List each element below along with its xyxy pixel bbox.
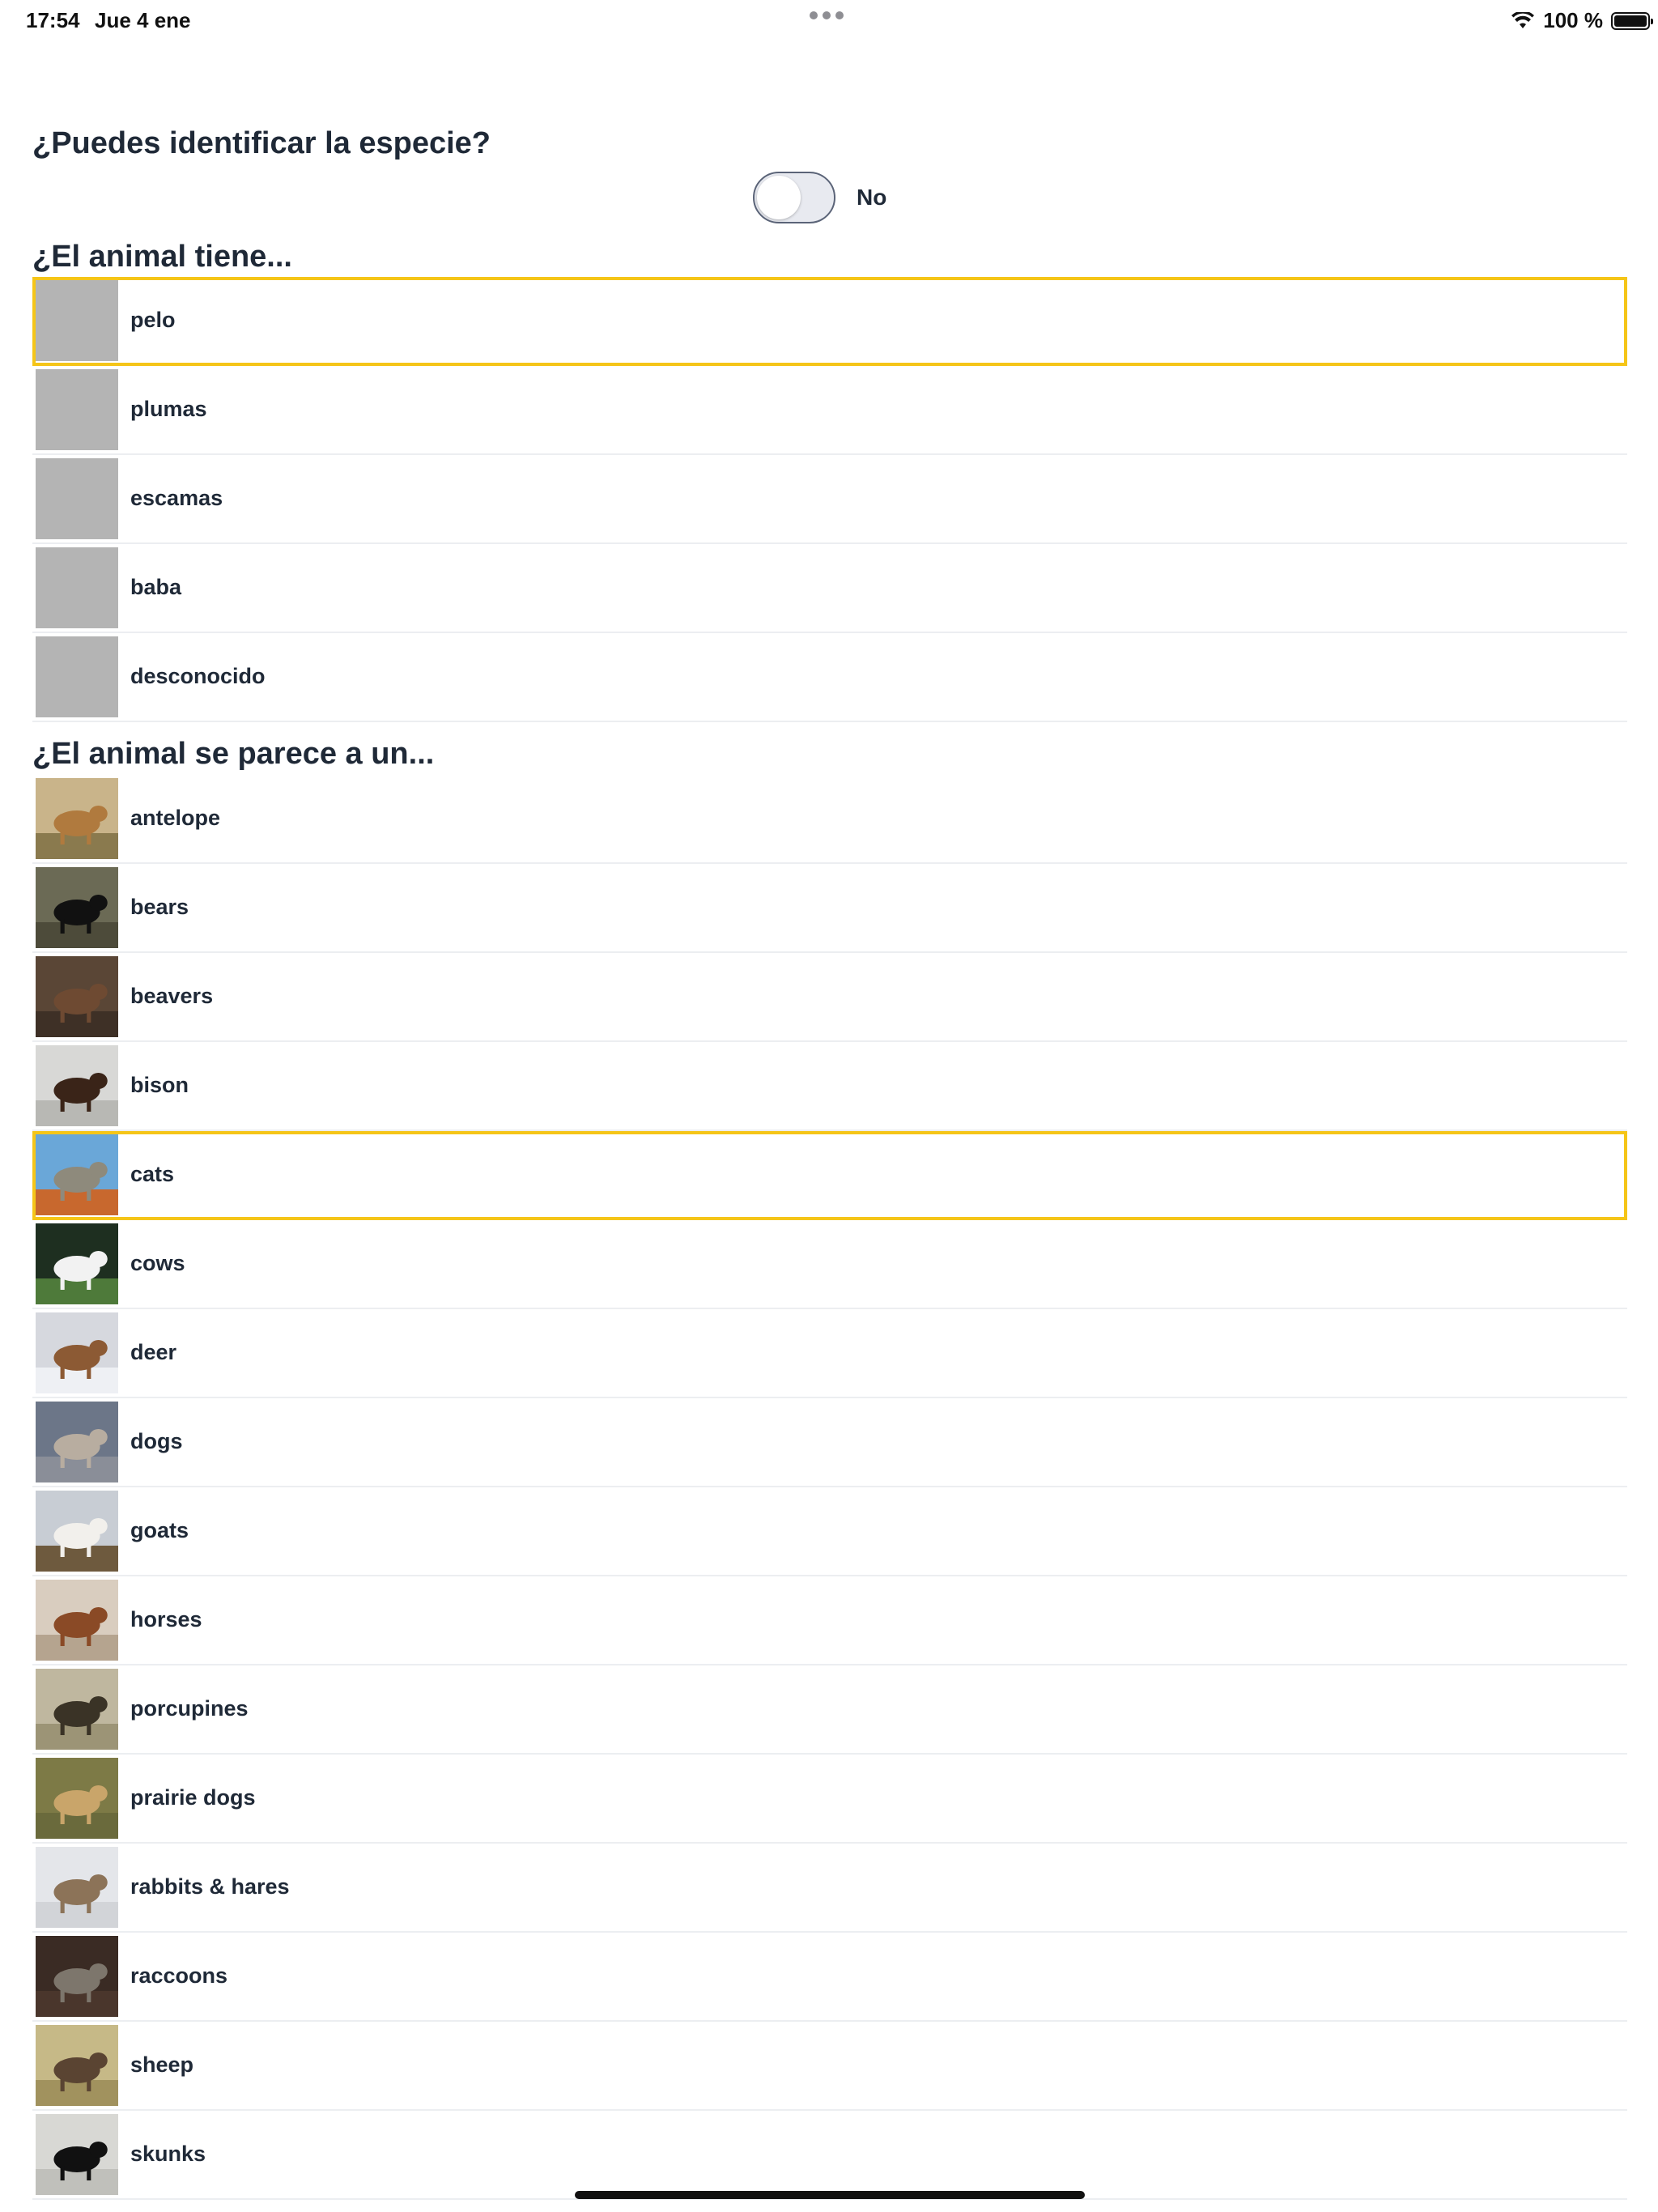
list-item-label: rabbits & hares [130, 1874, 290, 1899]
list-item-label: sheep [130, 2052, 194, 2077]
resembles-section-title: ¿El animal se parece a un... [32, 737, 435, 771]
status-date: Jue 4 ene [95, 8, 191, 32]
cow-thumbnail [36, 1223, 118, 1304]
multitasking-dots-icon[interactable] [810, 11, 844, 19]
battery-percent: 100 % [1543, 8, 1603, 32]
list-item-label: porcupines [130, 1696, 249, 1721]
raccoon-thumbnail [36, 1936, 118, 2017]
list-item[interactable]: antelope [32, 775, 1627, 864]
list-item[interactable]: beavers [32, 953, 1627, 1042]
list-item[interactable]: deer [32, 1309, 1627, 1398]
list-item-label: raccoons [130, 1963, 228, 1988]
list-item[interactable]: baba [32, 544, 1627, 633]
list-item[interactable]: bison [32, 1042, 1627, 1131]
list-item[interactable]: dogs [32, 1398, 1627, 1487]
list-item[interactable]: goats [32, 1487, 1627, 1576]
resembles-list: antelope bears beavers bison cats cows deer dog… [32, 775, 1627, 2200]
list-item[interactable]: skunks [32, 2111, 1627, 2200]
prairie-dog-thumbnail [36, 1758, 118, 1839]
rabbit-thumbnail [36, 1847, 118, 1928]
list-item[interactable]: desconocido [32, 633, 1627, 722]
porcupine-thumbnail [36, 1669, 118, 1750]
list-item-label: escamas [130, 486, 223, 510]
list-item-label: dogs [130, 1429, 183, 1453]
list-item-label: skunks [130, 2142, 206, 2166]
list-item[interactable]: pelo [32, 277, 1627, 366]
home-indicator[interactable] [575, 2191, 1085, 2199]
toggle-knob [757, 176, 801, 219]
beaver-thumbnail [36, 956, 118, 1037]
list-item-label: goats [130, 1518, 189, 1542]
list-item-label: plumas [130, 397, 207, 421]
toggle-label: No [857, 185, 887, 210]
list-item[interactable]: escamas [32, 455, 1627, 544]
list-item[interactable]: sheep [32, 2022, 1627, 2111]
list-item-label: cows [130, 1251, 185, 1275]
list-item[interactable]: cats [32, 1131, 1627, 1220]
sheep-thumbnail [36, 2025, 118, 2106]
list-item-label: horses [130, 1607, 202, 1631]
list-item-label: beavers [130, 984, 214, 1008]
list-item-label: bears [130, 895, 189, 919]
identify-species-toggle[interactable] [753, 172, 835, 223]
list-item[interactable]: cows [32, 1220, 1627, 1309]
covering-section-title: ¿El animal tiene... [32, 240, 292, 274]
list-item-label: antelope [130, 806, 221, 830]
list-item-label: desconocido [130, 664, 266, 688]
dog-thumbnail [36, 1402, 118, 1482]
identify-toggle-row: No [753, 172, 886, 223]
deer-thumbnail [36, 1312, 118, 1393]
list-item[interactable]: rabbits & hares [32, 1844, 1627, 1933]
list-item-label: cats [130, 1162, 175, 1186]
placeholder-thumbnail [36, 369, 118, 450]
list-item[interactable]: raccoons [32, 1933, 1627, 2022]
status-right: 100 % [1511, 8, 1653, 33]
list-item[interactable]: porcupines [32, 1665, 1627, 1755]
list-item-label: pelo [130, 308, 176, 332]
wifi-icon [1511, 11, 1535, 28]
placeholder-thumbnail [36, 280, 118, 361]
skunk-thumbnail [36, 2114, 118, 2195]
list-item[interactable]: prairie dogs [32, 1755, 1627, 1844]
placeholder-thumbnail [36, 458, 118, 539]
list-item-label: prairie dogs [130, 1785, 256, 1810]
list-item[interactable]: bears [32, 864, 1627, 953]
placeholder-thumbnail [36, 636, 118, 717]
list-item-label: baba [130, 575, 182, 599]
list-item-label: deer [130, 1340, 177, 1364]
status-bar: 17:54 Jue 4 ene 100 % [0, 0, 1658, 39]
list-item[interactable]: horses [32, 1576, 1627, 1665]
list-item[interactable]: plumas [32, 366, 1627, 455]
list-item-label: bison [130, 1073, 189, 1097]
placeholder-thumbnail [36, 547, 118, 628]
bison-thumbnail [36, 1045, 118, 1126]
antelope-thumbnail [36, 778, 118, 859]
covering-list: pelo plumas escamas baba desconocido [32, 277, 1627, 722]
horse-thumbnail [36, 1580, 118, 1661]
cat-thumbnail [36, 1134, 118, 1215]
battery-icon [1611, 11, 1653, 30]
identify-species-question: ¿Puedes identificar la especie? [32, 126, 491, 160]
status-time: 17:54 [26, 8, 80, 32]
goat-thumbnail [36, 1491, 118, 1572]
bear-thumbnail [36, 867, 118, 948]
